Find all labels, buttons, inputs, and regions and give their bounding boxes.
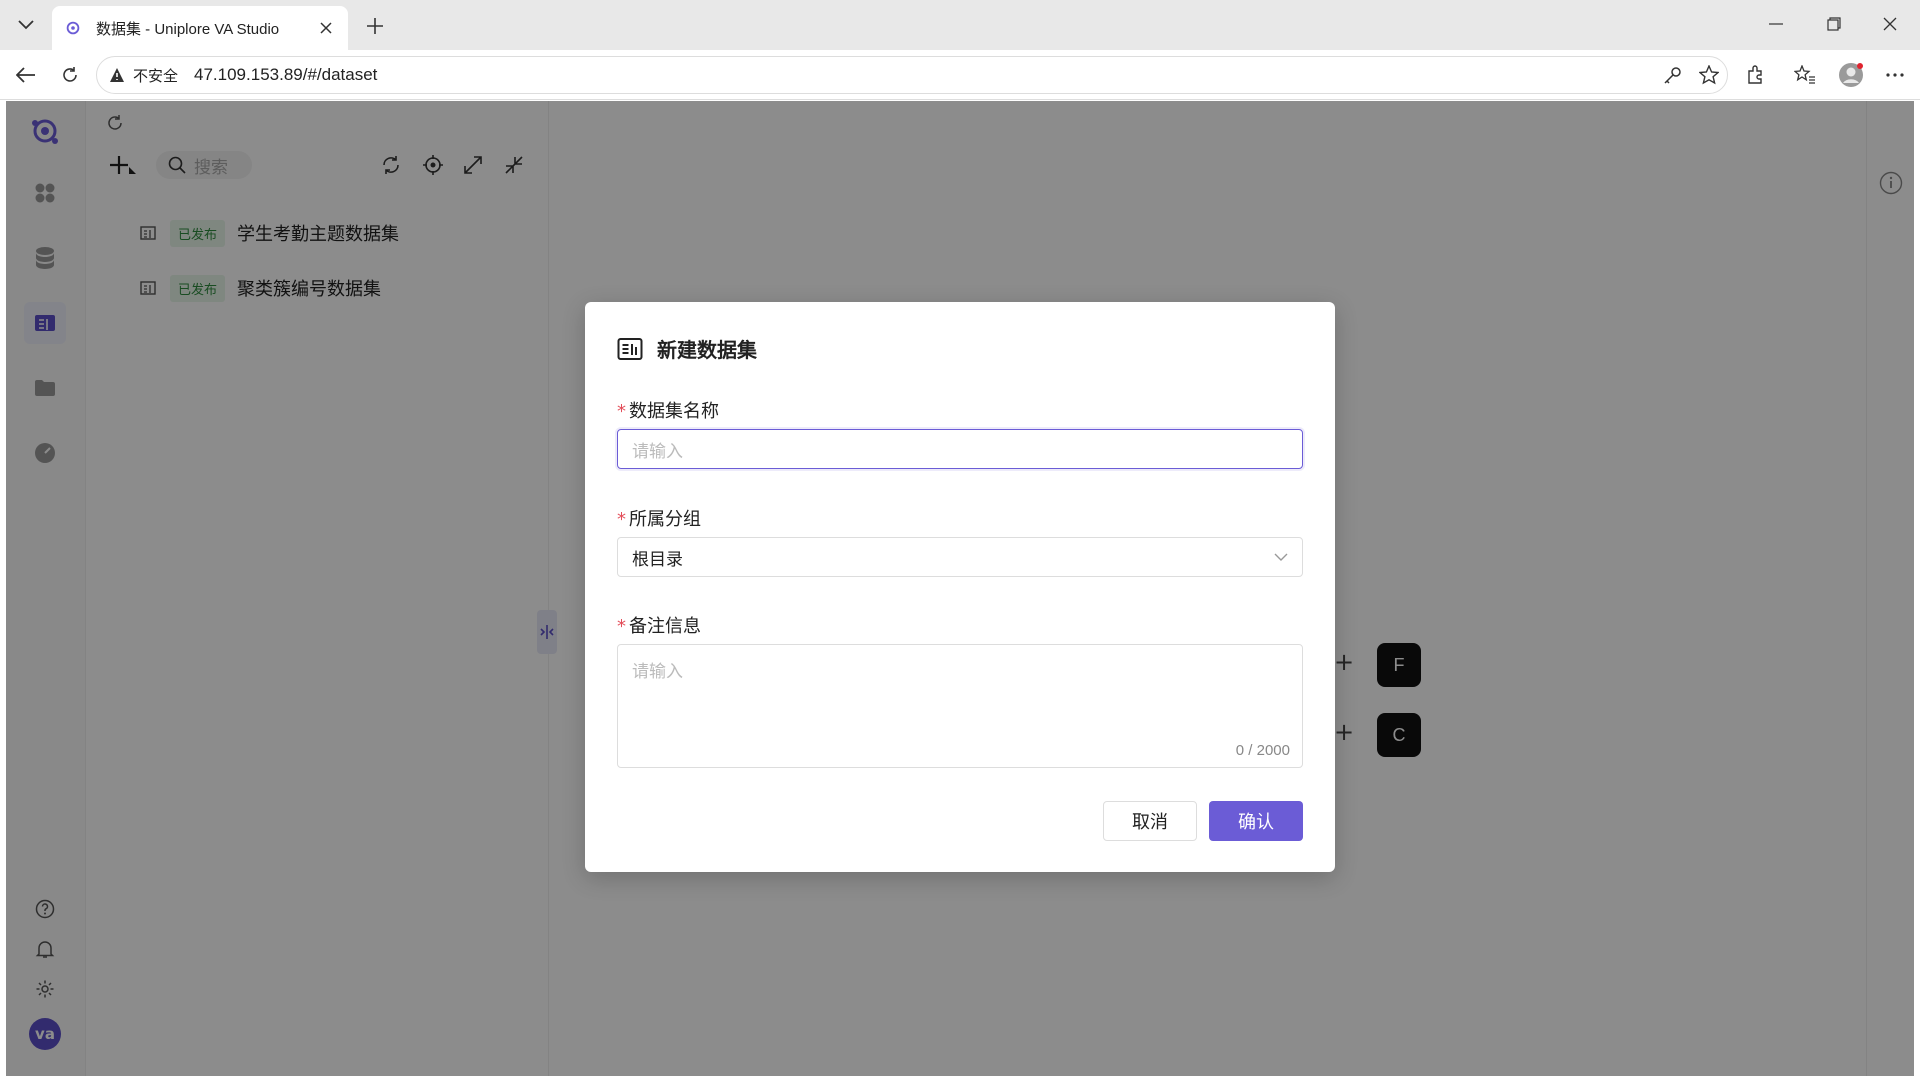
new-tab-button[interactable] [358, 10, 392, 42]
group-label-text: 所属分组 [629, 509, 701, 530]
group-label: * 所属分组 [617, 509, 701, 530]
group-value: 根目录 [632, 549, 683, 570]
star-icon[interactable] [1696, 62, 1722, 88]
dialog-title: 新建数据集 [617, 334, 757, 363]
restore-icon [1827, 17, 1841, 31]
name-label: * 数据集名称 [617, 401, 719, 422]
dataset-name-input[interactable]: 请输入 [617, 429, 1303, 469]
minimize-icon [1769, 23, 1783, 25]
close-tab-icon[interactable] [316, 18, 336, 38]
warning-icon [110, 68, 124, 82]
char-counter: 0 / 2000 [1235, 742, 1290, 759]
browser-tab-active[interactable]: 数据集 - Uniplore VA Studio [52, 6, 348, 50]
insecure-label: 不安全 [133, 66, 179, 85]
address-bar[interactable]: 不安全 47.109.153.89/#/dataset [96, 56, 1728, 94]
close-icon [1883, 17, 1897, 31]
chevron-down-icon [1274, 553, 1288, 561]
dataset-icon [617, 337, 643, 360]
plus-icon [367, 18, 383, 34]
key-icon[interactable] [1660, 62, 1686, 88]
arrow-left-icon [16, 67, 35, 83]
extensions-icon[interactable] [1742, 62, 1768, 88]
tab-title: 数据集 - Uniplore VA Studio [96, 20, 280, 38]
remark-placeholder: 请输入 [632, 662, 683, 682]
name-label-text: 数据集名称 [629, 401, 719, 422]
more-icon[interactable] [1882, 62, 1908, 88]
tab-list-button[interactable] [6, 6, 46, 44]
group-select[interactable]: 根目录 [617, 537, 1303, 577]
back-button[interactable] [8, 58, 44, 92]
favorites-icon[interactable] [1792, 62, 1818, 88]
reload-icon [63, 67, 77, 82]
new-dataset-dialog: 新建数据集 * 数据集名称 请输入 * 所属分组 根目录 * 备注信息 请输入 0 /… [585, 302, 1335, 872]
url-text: 47.109.153.89/#/dataset [194, 65, 378, 84]
remark-textarea[interactable]: 请输入 0 / 2000 [617, 644, 1303, 768]
dialog-title-text: 新建数据集 [657, 338, 757, 362]
restore-button[interactable] [1810, 4, 1858, 44]
cancel-button[interactable]: 取消 [1103, 801, 1197, 841]
confirm-button[interactable]: 确认 [1209, 801, 1303, 841]
profile-avatar[interactable] [1838, 62, 1864, 88]
reload-button[interactable] [52, 58, 88, 92]
remark-label-text: 备注信息 [629, 616, 701, 637]
app-logo-icon [66, 21, 80, 35]
name-placeholder: 请输入 [632, 441, 683, 462]
remark-label: * 备注信息 [617, 616, 701, 637]
minimize-button[interactable] [1752, 4, 1800, 44]
chevron-down-icon [18, 20, 34, 30]
close-window-button[interactable] [1866, 4, 1914, 44]
